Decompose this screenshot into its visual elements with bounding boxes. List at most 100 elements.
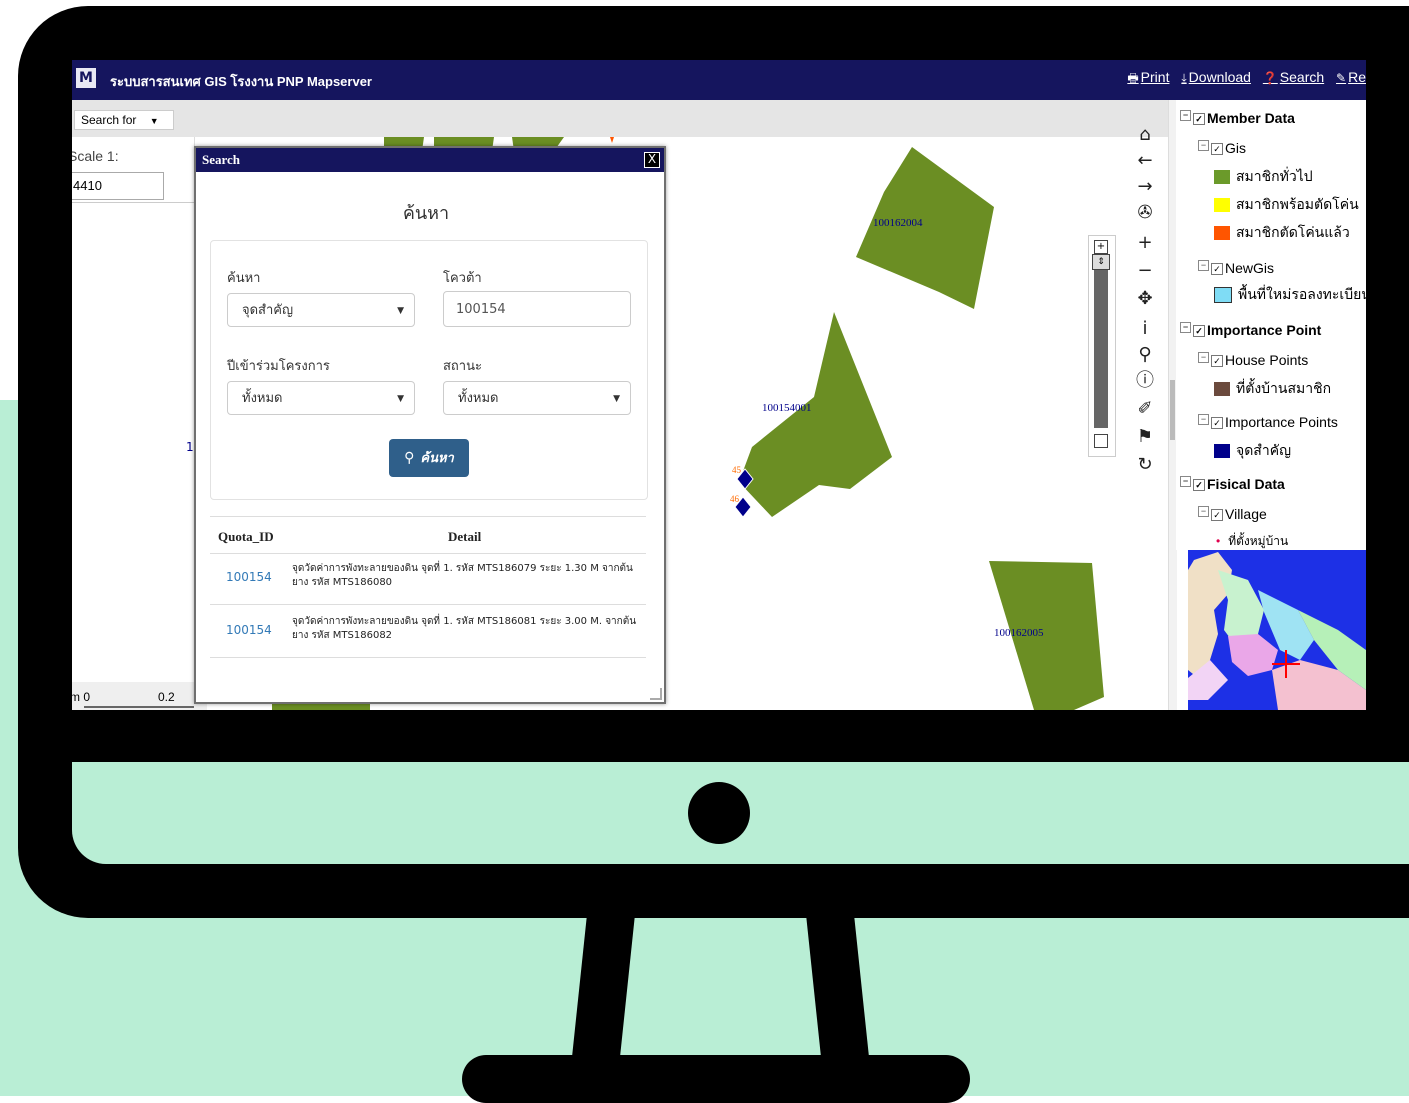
pin-icon[interactable]: ⚑ — [1130, 426, 1160, 448]
legend-swatch — [1214, 444, 1230, 459]
dropdown-arrow-icon: ▼ — [149, 116, 159, 126]
checkbox-checked-icon[interactable]: ✓ — [1211, 263, 1223, 276]
table-row[interactable]: 100154 จุดวัดค่าการพังทะลายของดิน จุดที่… — [210, 552, 646, 605]
layer-member-data[interactable]: − ✓ Member Data — [1180, 110, 1295, 126]
parcel-label: 100154001 — [762, 402, 812, 414]
identify-icon[interactable]: ⚲ — [1130, 344, 1160, 366]
legend-swatch — [1214, 170, 1230, 185]
status-select[interactable]: ทั้งหมด ▼ — [443, 381, 631, 415]
legend-swatch — [1214, 198, 1230, 213]
power-button-icon — [688, 782, 750, 844]
search-type-label: ค้นหา — [227, 271, 261, 286]
print-link[interactable]: 🖶 Print — [1127, 69, 1169, 85]
legend-item: สมาชิกตัดโค่นแล้ว — [1214, 222, 1350, 244]
scale-input[interactable]: 4410 — [72, 172, 164, 200]
collapse-icon[interactable]: − — [1180, 322, 1191, 333]
zoom-out-small-icon[interactable] — [1094, 434, 1108, 448]
zoom-extent-icon[interactable]: ✇ — [1130, 202, 1160, 224]
status-label: สถานะ — [443, 359, 482, 374]
collapse-icon[interactable]: − — [1198, 506, 1209, 517]
parcel-polygon — [610, 137, 614, 143]
home-icon[interactable]: ⌂ — [1130, 124, 1160, 146]
resize-handle-icon[interactable] — [650, 688, 662, 700]
overview-map[interactable] — [1188, 550, 1366, 710]
search-submit-button[interactable]: ⚲ ค้นหา — [389, 439, 469, 477]
layer-importance-point[interactable]: − ✓ Importance Point — [1180, 322, 1321, 338]
scale-label: Scale 1: — [72, 148, 119, 164]
point-label: 45 — [732, 465, 741, 475]
collapse-icon[interactable]: − — [1180, 476, 1191, 487]
back-arrow-icon[interactable]: ← — [1130, 150, 1160, 172]
layer-village[interactable]: − ✓ Village — [1198, 506, 1267, 522]
row-detail: จุดวัดค่าการพังทะลายของดิน จุดที่ 1. รหั… — [292, 616, 637, 641]
search-dialog: Search X ค้นหา ค้นหา จุดสำคัญ ▼ โควต้า 10… — [194, 146, 666, 704]
layer-house-points[interactable]: − ✓ House Points — [1198, 352, 1308, 368]
map-toolbar: ⌂ ← → ✇ + − ✥ i ⚲ ⓘ ✐ ⚑ ↻ — [1130, 120, 1160, 490]
quota-id-link[interactable]: 100154 — [226, 570, 272, 584]
overview-map-shapes — [1188, 552, 1366, 710]
download-link[interactable]: ⤓ Download — [1181, 69, 1251, 85]
forward-arrow-icon[interactable]: → — [1130, 176, 1160, 198]
layer-importance-points[interactable]: − ✓ Importance Points — [1198, 414, 1338, 430]
checkbox-checked-icon[interactable]: ✓ — [1211, 355, 1223, 368]
collapse-icon[interactable]: − — [1198, 140, 1209, 151]
quota-id-link[interactable]: 100154 — [226, 623, 272, 637]
collapse-icon[interactable]: − — [1198, 260, 1209, 271]
scale-bar: m 0 0.2 — [72, 682, 207, 710]
checkbox-checked-icon[interactable]: ✓ — [1193, 479, 1205, 492]
checkbox-checked-icon[interactable]: ✓ — [1211, 143, 1223, 156]
legend-item: จุดสำคัญ — [1214, 440, 1291, 462]
map-edge-label: 1 — [186, 440, 194, 454]
layer-fisical-data[interactable]: − ✓ Fisical Data — [1180, 476, 1285, 492]
year-label: ปีเข้าร่วมโครงการ — [227, 359, 330, 374]
year-select[interactable]: ทั้งหมด ▼ — [227, 381, 415, 415]
scale-bar-line — [84, 706, 194, 708]
search-for-dropdown[interactable]: Search for ▼ — [74, 110, 174, 130]
legend-item: สมาชิกทั่วไป — [1214, 166, 1313, 188]
scale-bar-start: m 0 — [72, 690, 91, 704]
column-header: Detail — [448, 529, 482, 544]
parcel-label: 100162005 — [994, 627, 1044, 639]
collapse-icon[interactable]: − — [1198, 414, 1209, 425]
info-icon[interactable]: i — [1130, 318, 1160, 340]
collapse-icon[interactable]: − — [1198, 352, 1209, 363]
checkbox-checked-icon[interactable]: ✓ — [1193, 325, 1205, 338]
close-icon[interactable]: X — [644, 152, 660, 168]
checkbox-checked-icon[interactable]: ✓ — [1211, 417, 1223, 430]
zoom-in-small-icon[interactable]: + — [1094, 240, 1108, 254]
search-link[interactable]: ❓ Search — [1263, 69, 1324, 85]
legend-swatch — [1214, 382, 1230, 397]
measure-ruler-icon[interactable]: ✐ — [1130, 398, 1160, 420]
pan-icon[interactable]: ✥ — [1130, 288, 1160, 310]
zoom-out-icon[interactable]: − — [1130, 260, 1160, 282]
report-link[interactable]: ✎ Re — [1336, 69, 1366, 85]
zoom-slider[interactable]: + ⇕ — [1088, 235, 1116, 457]
parcel-label: 100162004 — [873, 217, 923, 229]
zoom-track[interactable] — [1094, 256, 1108, 428]
refresh-icon[interactable]: ↻ — [1130, 454, 1160, 476]
legend-item: ที่ตั้งบ้านสมาชิก — [1214, 378, 1331, 400]
search-type-select[interactable]: จุดสำคัญ ▼ — [227, 293, 415, 327]
zoom-handle[interactable]: ⇕ — [1092, 254, 1110, 270]
layer-newgis[interactable]: − ✓ NewGis — [1198, 260, 1274, 276]
table-row[interactable]: 100154 จุดวัดค่าการพังทะลายของดิน จุดที่… — [210, 605, 646, 658]
help-icon: ❓ — [1262, 71, 1278, 85]
layer-tree: − ✓ Member Data − ✓ Gis สมาชิกทั่วไป สมาชิกพ… — [1176, 100, 1366, 550]
quota-input[interactable]: 100154 — [443, 291, 631, 327]
splitter-grip[interactable] — [1170, 380, 1175, 440]
zoom-in-icon[interactable]: + — [1130, 232, 1160, 254]
app-logo: M — [76, 68, 96, 88]
layer-gis[interactable]: − ✓ Gis — [1198, 140, 1246, 156]
printer-icon: 🖶 — [1127, 71, 1139, 85]
search-toolbar: Search for ▼ — [72, 100, 1168, 137]
left-panel — [72, 137, 195, 710]
query-info-icon[interactable]: ⓘ — [1130, 370, 1160, 392]
checkbox-checked-icon[interactable]: ✓ — [1193, 113, 1205, 126]
checkbox-checked-icon[interactable]: ✓ — [1211, 509, 1223, 522]
top-links: 🖶 Print ⤓ Download ❓ Search ✎ Re — [1119, 69, 1366, 90]
collapse-icon[interactable]: − — [1180, 110, 1191, 121]
point-label: 46 — [730, 494, 739, 504]
parcel-polygon — [739, 312, 892, 517]
search-form: ค้นหา จุดสำคัญ ▼ โควต้า 100154 ปีเข้าร่วม… — [210, 240, 648, 500]
scale-bar-end: 0.2 — [158, 690, 175, 704]
